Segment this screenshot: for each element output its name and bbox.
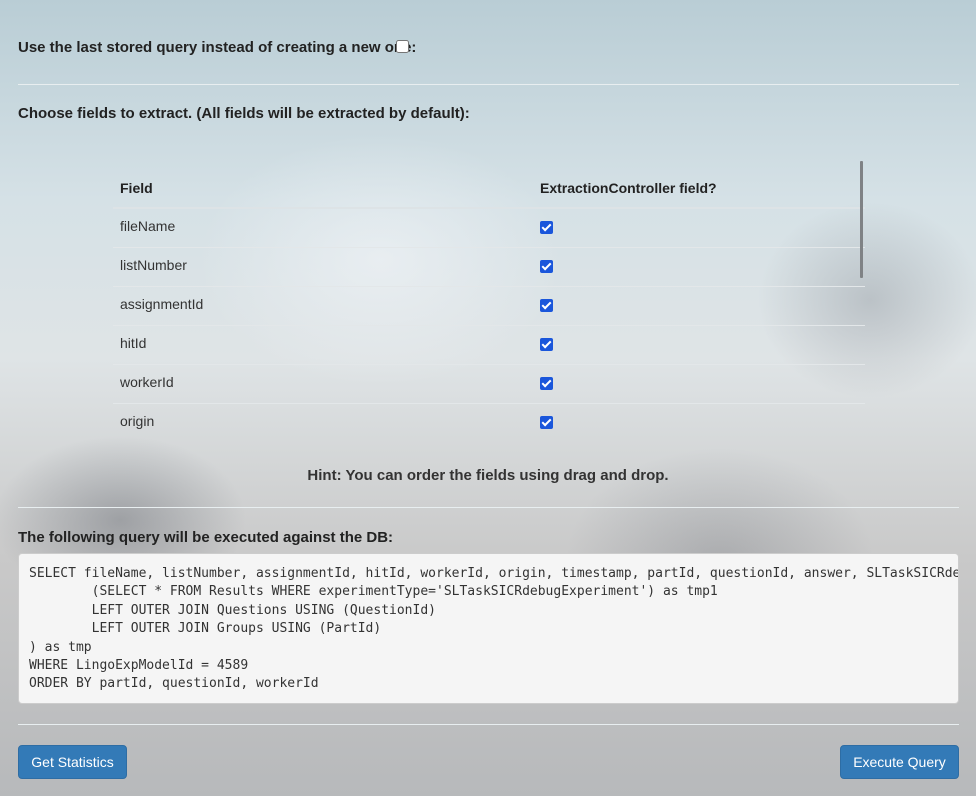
execute-query-button[interactable]: Execute Query (840, 745, 959, 779)
extraction-cell (533, 286, 865, 326)
fields-section-title: Choose fields to extract. (All fields wi… (18, 105, 470, 122)
table-row[interactable]: fileName (113, 208, 865, 248)
query-section-title: The following query will be executed aga… (18, 529, 394, 546)
divider-top (18, 84, 959, 85)
extraction-cell (533, 208, 865, 248)
table-row[interactable]: origin (113, 403, 865, 440)
field-name: origin (113, 403, 533, 440)
fields-table: Field ExtractionController field? fileNa… (113, 158, 865, 440)
table-row[interactable]: workerId (113, 364, 865, 404)
table-row[interactable]: hitId (113, 325, 865, 365)
query-preview: SELECT fileName, listNumber, assignmentI… (18, 553, 959, 704)
column-header-extraction: ExtractionController field? (533, 158, 865, 209)
extraction-checkbox[interactable] (540, 298, 553, 312)
divider-bottom (18, 724, 959, 725)
extraction-cell (533, 403, 865, 440)
drag-drop-hint: Hint: You can order the fields using dra… (307, 467, 669, 484)
extraction-checkbox[interactable] (540, 259, 553, 273)
field-name: fileName (113, 208, 533, 248)
stored-query-label: Use the last stored query instead of cre… (18, 39, 417, 56)
fields-table-container[interactable]: Field ExtractionController field? fileNa… (113, 158, 865, 440)
stored-query-checkbox[interactable] (396, 40, 409, 53)
extraction-cell (533, 364, 865, 404)
field-name: hitId (113, 325, 533, 365)
extraction-cell (533, 247, 865, 287)
table-scrollbar[interactable] (860, 161, 863, 278)
divider-middle (18, 507, 959, 508)
extraction-checkbox[interactable] (540, 376, 553, 390)
get-statistics-button[interactable]: Get Statistics (18, 745, 127, 779)
table-row[interactable]: listNumber (113, 247, 865, 287)
field-name: assignmentId (113, 286, 533, 326)
extraction-checkbox[interactable] (540, 221, 553, 234)
extraction-checkbox[interactable] (540, 415, 553, 429)
column-header-field: Field (113, 158, 533, 209)
extraction-checkbox[interactable] (540, 337, 553, 351)
table-header-row: Field ExtractionController field? (113, 158, 865, 209)
field-name: workerId (113, 364, 533, 404)
field-name: listNumber (113, 247, 533, 287)
extraction-cell (533, 325, 865, 365)
table-row[interactable]: assignmentId (113, 286, 865, 326)
